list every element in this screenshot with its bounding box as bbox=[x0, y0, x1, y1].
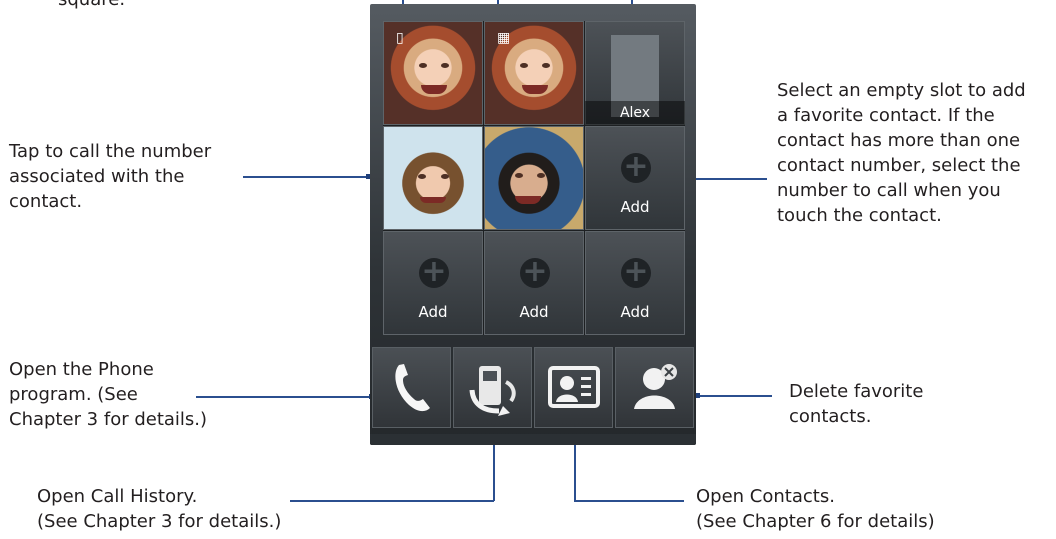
contacts-button[interactable] bbox=[534, 347, 613, 428]
add-favorite-slot[interactable]: + Add bbox=[585, 126, 685, 230]
add-favorite-slot[interactable]: + Add bbox=[484, 231, 584, 335]
smile bbox=[522, 85, 548, 94]
favorite-contact-photo[interactable] bbox=[383, 126, 483, 230]
favorite-contact-work[interactable]: ▦ bbox=[484, 21, 584, 125]
face-eye bbox=[520, 63, 528, 68]
call-history-icon bbox=[469, 366, 516, 416]
smile bbox=[515, 196, 541, 204]
add-icon: + bbox=[621, 257, 651, 288]
callout-line bbox=[493, 443, 495, 501]
smile bbox=[421, 85, 447, 94]
favorite-contact-alex[interactable]: Alex bbox=[585, 21, 685, 125]
face-eye bbox=[537, 173, 545, 178]
callout-line bbox=[196, 396, 372, 398]
face-eye bbox=[418, 174, 426, 179]
callout-delete-favorite: Delete favorite contacts. bbox=[789, 381, 924, 427]
add-label: Add bbox=[620, 303, 650, 321]
face-eye bbox=[515, 173, 523, 178]
callout-contacts: Open Contacts. (See Chapter 6 for detail… bbox=[696, 486, 935, 532]
add-icon: + bbox=[419, 257, 449, 288]
callout-empty-slot: Select an empty slot to add a favorite c… bbox=[777, 80, 1026, 226]
favorite-contacts-grid: ▯ ▦ Alex + Add + Add + Add + Add bbox=[383, 21, 685, 335]
add-label: Add bbox=[519, 303, 549, 321]
phone-button[interactable] bbox=[372, 347, 451, 428]
callout-line bbox=[574, 443, 576, 501]
building-icon: ▦ bbox=[497, 30, 511, 46]
add-favorite-slot[interactable]: + Add bbox=[383, 231, 483, 335]
mouth bbox=[420, 197, 446, 203]
contact-card-icon bbox=[548, 366, 600, 408]
speed-dial-phone-screen: ▯ ▦ Alex + Add + Add + Add + Add bbox=[370, 4, 696, 445]
callout-tap-contact: Tap to call the number associated with t… bbox=[9, 141, 212, 212]
add-icon: + bbox=[621, 152, 651, 183]
face-eye bbox=[419, 63, 427, 68]
phone-icon bbox=[395, 364, 430, 412]
callout-line bbox=[290, 500, 494, 502]
bottom-status-strip bbox=[370, 434, 696, 445]
face-eye bbox=[542, 63, 550, 68]
callout-open-phone: Open the Phone program. (See Chapter 3 f… bbox=[9, 359, 208, 430]
callout-square-note: square. bbox=[58, 0, 125, 12]
face-eye bbox=[441, 63, 449, 68]
call-history-button[interactable] bbox=[453, 347, 532, 428]
speed-dial-toolbar bbox=[372, 347, 694, 432]
add-label: Add bbox=[620, 198, 650, 216]
add-favorite-slot[interactable]: + Add bbox=[585, 231, 685, 335]
mobile-phone-icon: ▯ bbox=[396, 30, 404, 46]
contact-name: Alex bbox=[585, 101, 685, 125]
callout-line bbox=[243, 176, 369, 178]
add-label: Add bbox=[418, 303, 448, 321]
face-eye bbox=[441, 174, 449, 179]
favorite-contact-mobile[interactable]: ▯ bbox=[383, 21, 483, 125]
callout-line bbox=[697, 395, 772, 397]
callout-line bbox=[574, 500, 684, 502]
delete-contact-icon bbox=[634, 364, 677, 409]
add-icon: + bbox=[520, 257, 550, 288]
delete-favorites-button[interactable] bbox=[615, 347, 694, 428]
favorite-contact-photo[interactable] bbox=[484, 126, 584, 230]
callout-call-history: Open Call History. (See Chapter 3 for de… bbox=[37, 486, 282, 532]
